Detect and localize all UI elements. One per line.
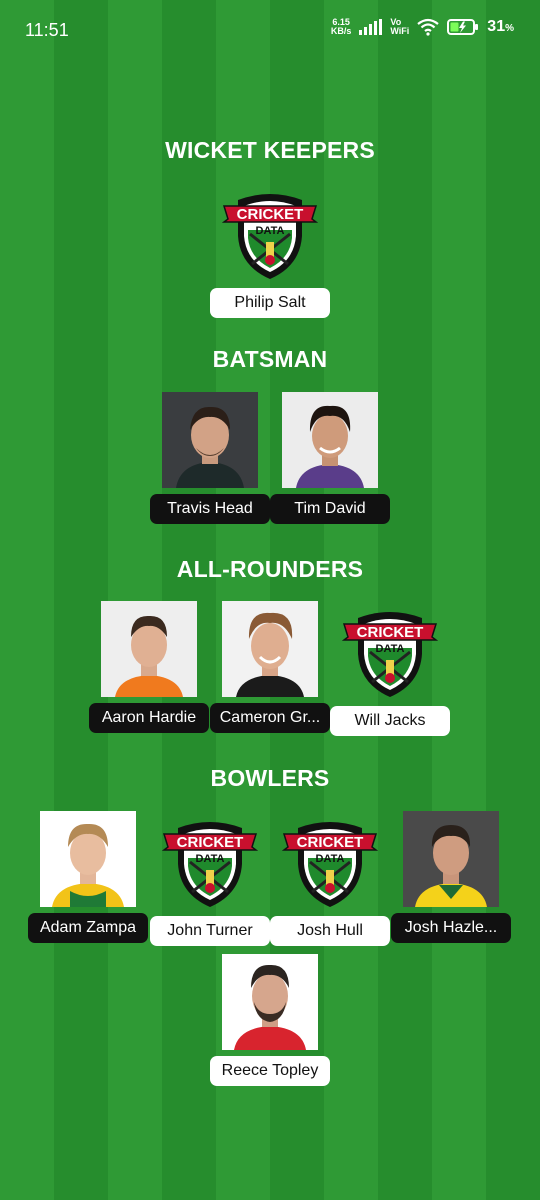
svg-text:CRICKET: CRICKET <box>177 834 244 851</box>
player-photo-reece-topley <box>222 954 318 1050</box>
section-title-wicket-keepers: WICKET KEEPERS <box>165 137 375 163</box>
player-photo-aaron-hardie <box>101 601 197 697</box>
player-photo-cameron-green <box>222 601 318 697</box>
status-time: 11:51 <box>25 20 69 40</box>
player-name-john-turner: John Turner <box>150 916 270 946</box>
cricket-data-logo-icon: CRICKET DATA <box>161 814 259 910</box>
network-speed: 6.15 KB/s <box>330 17 352 36</box>
cricket-data-logo-icon: CRICKET DATA <box>281 814 379 910</box>
battery-percentage: 31% <box>487 18 514 35</box>
player-name-cameron-green: Cameron Gr... <box>210 703 330 733</box>
cricket-data-logo-icon: CRICKET DATA <box>221 186 319 282</box>
player-name-aaron-hardie: Aaron Hardie <box>89 703 209 733</box>
svg-text:DATA: DATA <box>196 853 225 865</box>
svg-text:CRICKET: CRICKET <box>297 834 364 851</box>
player-name-travis-head: Travis Head <box>150 494 270 524</box>
section-title-batsman: BATSMAN <box>212 346 328 372</box>
svg-text:DATA: DATA <box>376 643 405 655</box>
signal-icon <box>359 19 383 35</box>
section-title-all-rounders: ALL-ROUNDERS <box>176 556 364 582</box>
svg-text:CRICKET: CRICKET <box>237 206 304 223</box>
player-name-will-jacks: Will Jacks <box>330 706 450 736</box>
svg-text:DATA: DATA <box>256 225 285 237</box>
player-photo-josh-hazlewood <box>403 811 499 907</box>
player-name-tim-david: Tim David <box>270 494 390 524</box>
player-name-josh-hazlewood: Josh Hazle... <box>391 913 511 943</box>
section-title-bowlers: BOWLERS <box>210 765 330 791</box>
player-photo-travis-head <box>162 392 258 488</box>
player-name-josh-hull: Josh Hull <box>270 916 390 946</box>
vowifi-icon: Vo WiFi <box>390 17 410 36</box>
status-icons: 6.15 KB/s Vo WiFi 31% <box>331 18 514 36</box>
battery-icon <box>447 19 479 35</box>
svg-text:CRICKET: CRICKET <box>357 624 424 641</box>
player-name-philip-salt: Philip Salt <box>210 288 330 318</box>
svg-text:DATA: DATA <box>316 853 345 865</box>
status-bar: 11:51 6.15 KB/s Vo WiFi 31% <box>0 0 540 62</box>
player-photo-adam-zampa <box>40 811 136 907</box>
player-name-reece-topley: Reece Topley <box>210 1056 330 1086</box>
wifi-icon <box>417 18 439 36</box>
player-photo-tim-david <box>282 392 378 488</box>
player-name-adam-zampa: Adam Zampa <box>28 913 148 943</box>
cricket-data-logo-icon: CRICKET DATA <box>341 604 439 700</box>
